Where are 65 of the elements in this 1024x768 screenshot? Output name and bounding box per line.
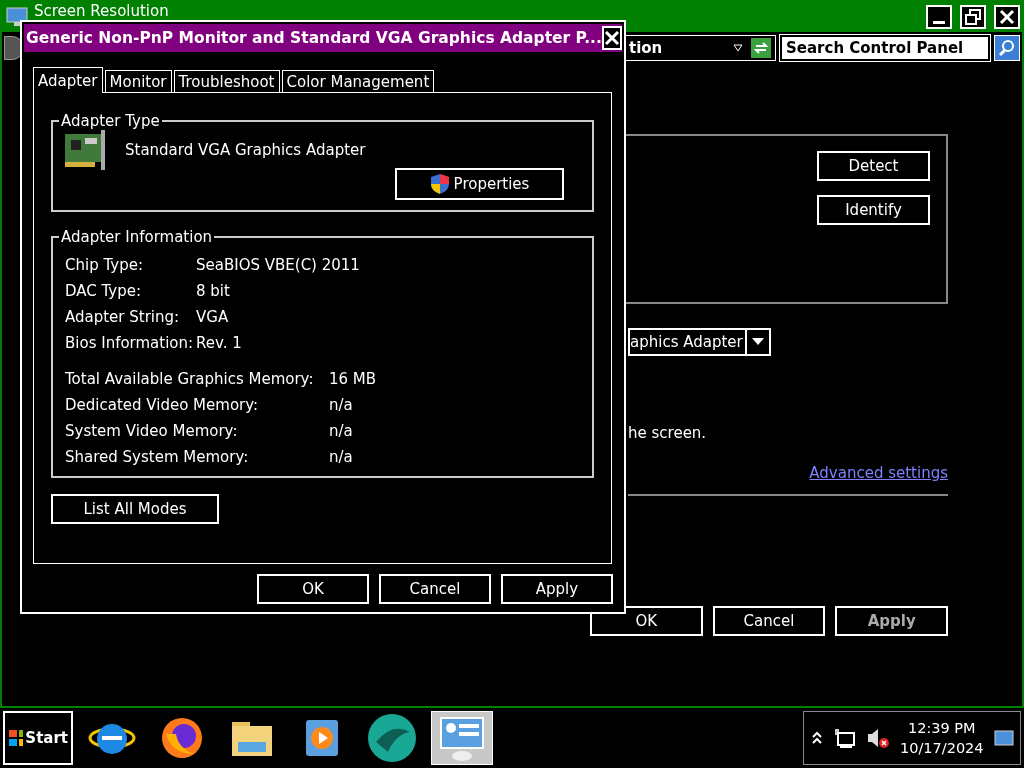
tab[interactable]: Monitor [104, 70, 172, 93]
group-title: Adapter Information [60, 228, 214, 246]
shield-icon [429, 173, 450, 195]
display-settings-icon [437, 714, 487, 762]
info-value: VGA [196, 308, 230, 326]
address-text: tion [629, 39, 664, 57]
window-title: Screen Resolution [34, 4, 169, 19]
group-title: Adapter Type [60, 112, 161, 130]
search-icon [998, 39, 1016, 57]
dialog-button[interactable]: OK [257, 574, 369, 604]
monitor-icon [6, 7, 28, 27]
muted-speaker-icon[interactable] [866, 727, 890, 749]
info-value: Rev. 1 [196, 334, 243, 352]
show-desktop-icon[interactable] [993, 729, 1014, 747]
clock[interactable]: 12:39 PM 10/17/2024 [900, 718, 984, 758]
minimize-button[interactable] [926, 5, 952, 29]
memory-value: n/a [329, 396, 354, 414]
memory-value: 16 MB [329, 370, 378, 388]
info-value: SeaBIOS VBE(C) 2011 [196, 256, 361, 274]
properties-button[interactable]: Properties [395, 168, 564, 200]
memory-value: n/a [329, 448, 354, 466]
dialog-button[interactable]: Apply [501, 574, 613, 604]
info-label: DAC Type: [65, 282, 143, 300]
minimize-icon [933, 21, 945, 24]
adapter-name: Standard VGA Graphics Adapter [125, 141, 366, 159]
graphics-card-icon [63, 130, 107, 170]
search-field[interactable]: Search Control Panel [780, 35, 990, 61]
list-all-modes-button[interactable]: List All Modes [51, 494, 219, 524]
memory-value: n/a [329, 422, 354, 440]
search-button[interactable] [994, 35, 1020, 61]
tab[interactable]: Troubleshoot [173, 70, 280, 93]
dialog-title: Generic Non-PnP Monitor and Standard VGA Graphics Adapter P... [26, 29, 602, 47]
memory-label: System Video Memory: [65, 422, 239, 440]
tab[interactable]: Adapter [33, 67, 103, 93]
memory-label: Dedicated Video Memory: [65, 396, 260, 414]
dialog-button[interactable]: Cancel [712, 606, 826, 636]
dropdown-icon [733, 44, 743, 52]
dialog-button[interactable]: Cancel [379, 574, 491, 604]
detect-button[interactable]: Detect [817, 151, 930, 181]
identify-button[interactable]: Identify [817, 195, 930, 225]
memory-label: Shared System Memory: [65, 448, 250, 466]
caret-icon [752, 338, 764, 346]
chevron-up-icon[interactable] [812, 731, 822, 745]
close-icon [603, 30, 620, 46]
info-label: Chip Type: [65, 256, 144, 274]
tab[interactable]: Color Management [281, 70, 435, 93]
network-icon[interactable] [832, 727, 856, 749]
display-dropdown[interactable]: aphics Adapter [628, 328, 771, 356]
memory-label: Total Available Graphics Memory: [65, 370, 315, 388]
start-button[interactable]: Start [3, 711, 73, 765]
date-text: 10/17/2024 [900, 739, 984, 758]
restore-icon [965, 9, 981, 25]
windows-logo-icon [8, 728, 24, 748]
hint-text: he screen. [628, 424, 708, 442]
time-text: 12:39 PM [907, 719, 976, 738]
info-label: Bios Information: [65, 334, 195, 352]
advanced-settings-link[interactable]: Advanced settings [809, 464, 948, 482]
restore-button[interactable] [960, 5, 986, 29]
close-icon [999, 9, 1015, 25]
refresh-icon [751, 38, 771, 58]
close-button[interactable] [994, 5, 1020, 29]
close-button[interactable] [601, 26, 622, 50]
dialog-button[interactable]: OK [590, 606, 703, 636]
info-label: Adapter String: [65, 308, 181, 326]
info-value: 8 bit [196, 282, 231, 300]
